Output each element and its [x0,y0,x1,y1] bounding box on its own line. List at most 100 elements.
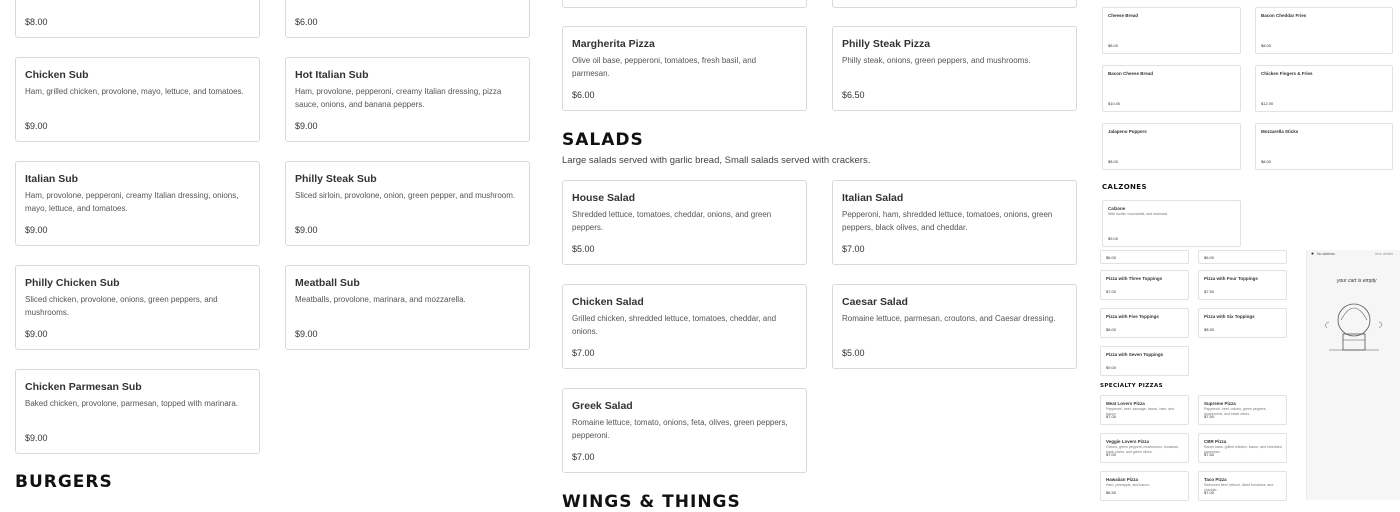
sub-price: $8.00 [25,17,48,27]
section-title-burgers: BURGERS [15,472,113,492]
thumb-section-specialty: SPECIALTY PIZZAS [1100,383,1164,389]
thumb-name: Calzone [1108,206,1126,211]
item-price: $9.00 [25,329,48,339]
item-description: Pepperoni, ham, shredded lettuce, tomato… [842,210,1053,232]
menu-item-card[interactable]: Chicken Salad Grilled chicken, shredded … [562,284,807,369]
cart-empty-message: your cart is empty [1337,278,1377,284]
item-price: $9.00 [295,121,318,131]
item-price: $9.00 [25,225,48,235]
thumb-price: $6.50 [1106,490,1117,495]
thumb-card[interactable]: CBR Pizza Ranch base, grilled chicken, b… [1198,433,1287,463]
thumb-price: $8.00 [1106,327,1117,332]
item-description: Sliced chicken, provolone, onions, green… [25,295,218,317]
menu-item-card[interactable]: Caesar Salad Romaine lettuce, parmesan, … [832,284,1077,369]
item-description: Ham, provolone, pepperoni, creamy Italia… [25,191,239,213]
section-title-salads: SALADS [562,130,644,150]
thumb-price: $8.00 [1108,43,1119,48]
menu-item-card[interactable]: Philly Steak Sub Sliced sirloin, provolo… [285,161,530,246]
item-description: Sliced sirloin, provolone, onion, green … [295,191,516,200]
menu-item-card[interactable]: Margherita Pizza Olive oil base, peppero… [562,26,807,111]
menu-item-card[interactable]: Hot Italian Sub Ham, provolone, pepperon… [285,57,530,142]
thumb-price: $7.50 [1204,414,1215,419]
thumb-description: Pepperoni, beef, sausage, bacon, ham, an… [1106,407,1174,416]
thumb-name: Pizza with Seven Toppings [1106,352,1164,357]
thumb-name: Bacon Cheddar Fries [1261,13,1307,18]
thumb-card[interactable]: Jalapeno Poppers $8.00 [1102,123,1241,170]
thumb-price: $7.50 [1204,452,1215,457]
thumb-card[interactable]: Veggie Lovers Pizza Onions, green pepper… [1100,433,1189,463]
thumb-card[interactable]: Pizza with Three Toppings $7.00 [1100,270,1189,300]
item-name: Greek Salad [572,400,633,412]
item-description: Meatballs, provolone, marinara, and mozz… [295,295,466,304]
item-price: $9.00 [295,225,318,235]
thumb-card[interactable]: Supreme Pizza Pepperoni, beef, onions, g… [1198,395,1287,425]
item-name: Margherita Pizza [572,38,655,50]
thumb-card[interactable]: Mozzarella Sticks $8.00 [1255,123,1393,170]
thumb-description: Ham, pineapple, and bacon. [1106,483,1150,487]
thumb-name: Meat Lovers Pizza [1106,401,1145,406]
thumb-name: Supreme Pizza [1204,401,1236,406]
item-name: Hot Italian Sub [295,69,369,81]
thumb-card[interactable]: Pizza with Four Toppings $7.50 [1198,270,1287,300]
item-price: $9.00 [295,329,318,339]
thumb-card[interactable]: Cheese Bread $8.00 [1102,7,1241,54]
thumb-price: $8.00 [1261,159,1272,164]
thumb-name: Hawaiian Pizza [1106,477,1139,482]
item-description: Baked chicken, provolone, parmesan, topp… [25,399,239,408]
thumb-card[interactable]: Pizza with Five Toppings $8.00 [1100,308,1189,338]
item-name: Italian Sub [25,173,79,185]
thumb-price: $10.00 [1108,101,1121,106]
menu-item-card[interactable]: Greek Salad Romaine lettuce, tomato, oni… [562,388,807,473]
menu-item-card-partial[interactable] [562,0,807,8]
thumb-name: Bacon Cheese Bread [1108,71,1154,76]
item-name: House Salad [572,192,636,204]
item-price: $6.00 [572,90,595,100]
item-name: Philly Chicken Sub [25,277,120,289]
thumb-card[interactable]: Hawaiian Pizza Ham, pineapple, and bacon… [1100,471,1189,501]
menu-item-card[interactable]: Philly Steak Pizza Philly steak, onions,… [832,26,1077,111]
sub-card-top-mid[interactable]: $6.00 [285,0,530,38]
menu-item-card[interactable]: Chicken Sub Ham, grilled chicken, provol… [15,57,260,142]
cart-address[interactable]: No address [1317,252,1335,256]
thumb-card[interactable]: Pizza with Seven Toppings $9.00 [1100,346,1189,376]
thumb-price: $7.00 [1106,414,1117,419]
menu-item-card[interactable]: Chicken Parmesan Sub Baked chicken, prov… [15,369,260,454]
thumb-price: $7.00 [1106,452,1117,457]
sub-price: $6.00 [295,17,318,27]
thumb-description: Seasoned beef, lettuce, diced tomatoes, … [1204,483,1274,492]
thumb-card[interactable]: Bacon Cheddar Fries $8.00 [1255,7,1393,54]
sub-card-top-left[interactable]: $8.00 [15,0,260,38]
thumb-card-partial[interactable]: $6.00 [1198,250,1287,264]
menu-item-card-partial[interactable] [832,0,1077,8]
thumb-card[interactable]: Calzone With ricotta, mozzarella, and ma… [1102,200,1241,247]
menu-item-card[interactable]: Philly Chicken Sub Sliced chicken, provo… [15,265,260,350]
thumb-price: $6.00 [1204,255,1215,260]
item-description: Ham, provolone, pepperoni, creamy Italia… [295,87,502,109]
thumb-card[interactable]: Meat Lovers Pizza Pepperoni, beef, sausa… [1100,395,1189,425]
cart-preview-panel: ● No address Item details your cart is e… [1306,250,1400,500]
item-price: $9.00 [25,433,48,443]
thumb-card-partial[interactable]: $6.00 [1100,250,1189,264]
thumb-name: CBR Pizza [1204,439,1227,444]
thumb-card[interactable]: Chicken Fingers & Fries $12.00 [1255,65,1393,112]
menu-item-card[interactable]: House Salad Shredded lettuce, tomatoes, … [562,180,807,265]
item-name: Chicken Salad [572,296,644,308]
item-description: Romaine lettuce, parmesan, croutons, and… [842,314,1056,323]
thumb-name: Cheese Bread [1108,13,1139,18]
thumb-card[interactable]: Pizza with Six Toppings $8.50 [1198,308,1287,338]
menu-item-card[interactable]: Meatball Sub Meatballs, provolone, marin… [285,265,530,350]
item-name: Philly Steak Sub [295,173,377,185]
thumb-card[interactable]: Bacon Cheese Bread $10.00 [1102,65,1241,112]
item-description: Philly steak, onions, green peppers, and… [842,56,1031,65]
thumb-name: Pizza with Six Toppings [1204,314,1255,319]
location-pin-icon: ● [1311,251,1315,257]
thumb-price: $12.00 [1261,101,1274,106]
menu-item-card[interactable]: Italian Sub Ham, provolone, pepperoni, c… [15,161,260,246]
thumb-price: $8.00 [1261,43,1272,48]
thumb-name: Taco Pizza [1204,477,1227,482]
menu-item-card[interactable]: Italian Salad Pepperoni, ham, shredded l… [832,180,1077,265]
item-price: $6.50 [842,90,865,100]
thumb-name: Chicken Fingers & Fries [1261,71,1313,76]
thumb-card[interactable]: Taco Pizza Seasoned beef, lettuce, diced… [1198,471,1287,501]
thumb-name: Pizza with Five Toppings [1106,314,1159,319]
